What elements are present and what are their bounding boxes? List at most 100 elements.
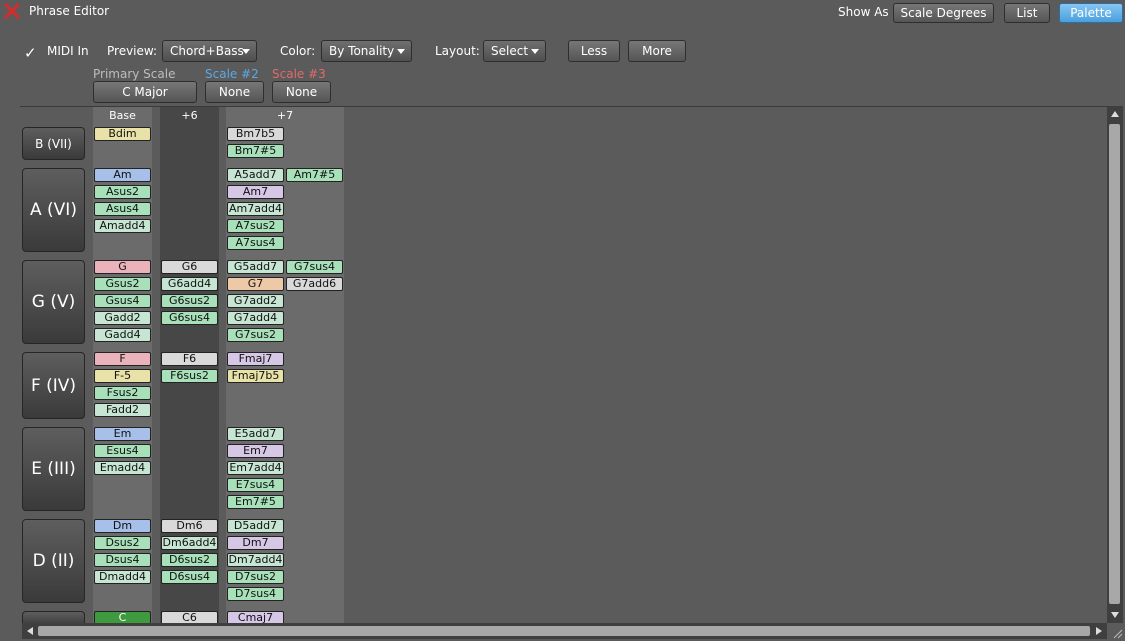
chord-chip[interactable]: Dm6 [161, 519, 218, 533]
chord-chip[interactable]: Gadd4 [94, 328, 151, 342]
preview-label: Preview: [107, 44, 158, 58]
chord-chip[interactable]: F6 [161, 352, 218, 366]
chord-chip[interactable]: G6sus2 [161, 294, 218, 308]
show-as-label: Show As [838, 5, 889, 19]
chord-chip[interactable]: A7sus4 [227, 236, 284, 250]
vertical-scrollbar[interactable] [1107, 106, 1123, 623]
chord-chip[interactable]: Em [94, 427, 151, 441]
row-button-degree[interactable]: E (III) [22, 427, 85, 511]
chord-chip[interactable]: F-5 [94, 369, 151, 383]
chord-chip[interactable]: Gadd2 [94, 311, 151, 325]
chord-chip[interactable]: G7add4 [227, 311, 284, 325]
chord-chip[interactable]: Fadd2 [94, 403, 151, 417]
chord-chip[interactable]: Fmaj7 [227, 352, 284, 366]
chord-chip[interactable]: Asus2 [94, 185, 151, 199]
scale-2-label: Scale #2 [205, 67, 259, 81]
chord-chip[interactable]: Bm7b5 [227, 127, 284, 141]
horizontal-scrollbar[interactable] [22, 623, 1107, 639]
midi-in-checkbox[interactable]: ✓ [24, 44, 37, 62]
chord-chip[interactable]: E7sus4 [227, 478, 284, 492]
scroll-up-icon[interactable] [1111, 111, 1119, 117]
chord-chip[interactable]: Fsus2 [94, 386, 151, 400]
chord-chip[interactable]: Am7 [227, 185, 284, 199]
show-as-palette-button[interactable]: Palette [1059, 3, 1123, 23]
chord-chip[interactable]: G6add4 [161, 277, 218, 291]
horizontal-scroll-thumb[interactable] [38, 626, 1090, 636]
chevron-down-icon [531, 49, 539, 54]
chord-chip[interactable]: Esus4 [94, 444, 151, 458]
chord-chip[interactable]: D7sus2 [227, 570, 284, 584]
chord-chip[interactable]: Emadd4 [94, 461, 151, 475]
chord-chip[interactable]: Gsus4 [94, 294, 151, 308]
more-button[interactable]: More [628, 40, 686, 62]
row-button-degree[interactable]: A (VI) [22, 168, 85, 252]
chord-chip[interactable]: Dm7 [227, 536, 284, 550]
chord-chip[interactable]: D6sus2 [161, 553, 218, 567]
chord-chip[interactable]: Amadd4 [94, 219, 151, 233]
chord-chip[interactable]: G [94, 260, 151, 274]
scroll-right-icon[interactable] [1096, 627, 1102, 635]
show-as-list-button[interactable]: List [1004, 3, 1050, 23]
chord-chip[interactable]: D5add7 [227, 519, 284, 533]
chord-chip[interactable]: Asus4 [94, 202, 151, 216]
chord-chip[interactable]: Fmaj7b5 [227, 369, 284, 383]
resize-grip-icon[interactable] [1111, 627, 1123, 639]
chord-chip[interactable]: Am7add4 [227, 202, 284, 216]
chord-chip[interactable]: Dm [94, 519, 151, 533]
row-button-degree[interactable]: D (II) [22, 519, 85, 603]
chord-chip[interactable]: Bdim [94, 127, 151, 141]
chord-chip[interactable]: D6sus4 [161, 570, 218, 584]
chord-chip[interactable]: E5add7 [227, 427, 284, 441]
chord-chip[interactable]: Dsus2 [94, 536, 151, 550]
chord-chip[interactable]: G7add6 [286, 277, 343, 291]
chord-chip[interactable]: Dm7add4 [227, 553, 284, 567]
vertical-scroll-thumb[interactable] [1109, 124, 1120, 604]
column-header-plus-6: +6 [181, 109, 198, 122]
less-button[interactable]: Less [568, 40, 620, 62]
chord-chip[interactable]: Em7#5 [227, 495, 284, 509]
chord-chip[interactable]: G5add7 [227, 260, 284, 274]
scale-3-button[interactable]: None [272, 81, 331, 103]
chevron-down-icon [397, 49, 405, 54]
chord-chip[interactable]: G7 [227, 277, 284, 291]
chord-chip[interactable]: Dm6add4 [161, 536, 218, 550]
window-title: Phrase Editor [29, 4, 110, 18]
chord-chip[interactable]: G7sus4 [286, 260, 343, 274]
chord-chip[interactable]: Em7add4 [227, 461, 284, 475]
primary-scale-label: Primary Scale [93, 67, 176, 81]
scroll-left-icon[interactable] [27, 627, 33, 635]
chord-chip[interactable]: F6sus2 [161, 369, 218, 383]
column-header-plus-7: +7 [276, 109, 294, 122]
scroll-down-icon[interactable] [1111, 612, 1119, 618]
chord-chip[interactable]: Em7 [227, 444, 284, 458]
scale-2-button[interactable]: None [205, 81, 264, 103]
primary-scale-button[interactable]: C Major [93, 81, 197, 103]
chord-chip[interactable]: Dmadd4 [94, 570, 151, 584]
color-value: By Tonality [329, 44, 395, 58]
chord-chip[interactable]: Gsus2 [94, 277, 151, 291]
chord-palette-grid: Base +6 +7 B (VII) Bdim Bm7b5 Bm7#5 A (VI) Am… [20, 106, 1107, 624]
chord-chip[interactable]: G6sus4 [161, 311, 218, 325]
row-button-degree[interactable]: G (V) [22, 260, 85, 344]
chord-chip[interactable]: G7sus2 [227, 328, 284, 342]
row-button-degree[interactable]: F (IV) [22, 352, 85, 419]
chord-chip[interactable]: Bm7#5 [227, 144, 284, 158]
chord-chip[interactable]: A7sus2 [227, 219, 284, 233]
chord-chip[interactable]: D7sus4 [227, 587, 284, 601]
close-x-icon[interactable] [3, 2, 21, 20]
row-button-degree[interactable]: B (VII) [22, 127, 85, 160]
chord-chip[interactable]: Dsus4 [94, 553, 151, 567]
chord-chip[interactable]: Am [94, 168, 151, 182]
chord-chip[interactable]: A5add7 [227, 168, 284, 182]
show-as-scale-degrees-button[interactable]: Scale Degrees [893, 3, 994, 23]
layout-dropdown[interactable]: Select [483, 40, 546, 62]
chord-chip[interactable]: F [94, 352, 151, 366]
chord-chip[interactable]: Am7#5 [286, 168, 343, 182]
chord-chip[interactable]: G7add2 [227, 294, 284, 308]
chord-chip[interactable]: G6 [161, 260, 218, 274]
layout-label: Layout: [435, 44, 480, 58]
title-bar: Phrase Editor Show As Scale Degrees List… [0, 0, 1125, 24]
layout-value: Select [491, 44, 529, 58]
preview-dropdown[interactable]: Chord+Bass [162, 40, 257, 62]
color-dropdown[interactable]: By Tonality [321, 40, 412, 62]
